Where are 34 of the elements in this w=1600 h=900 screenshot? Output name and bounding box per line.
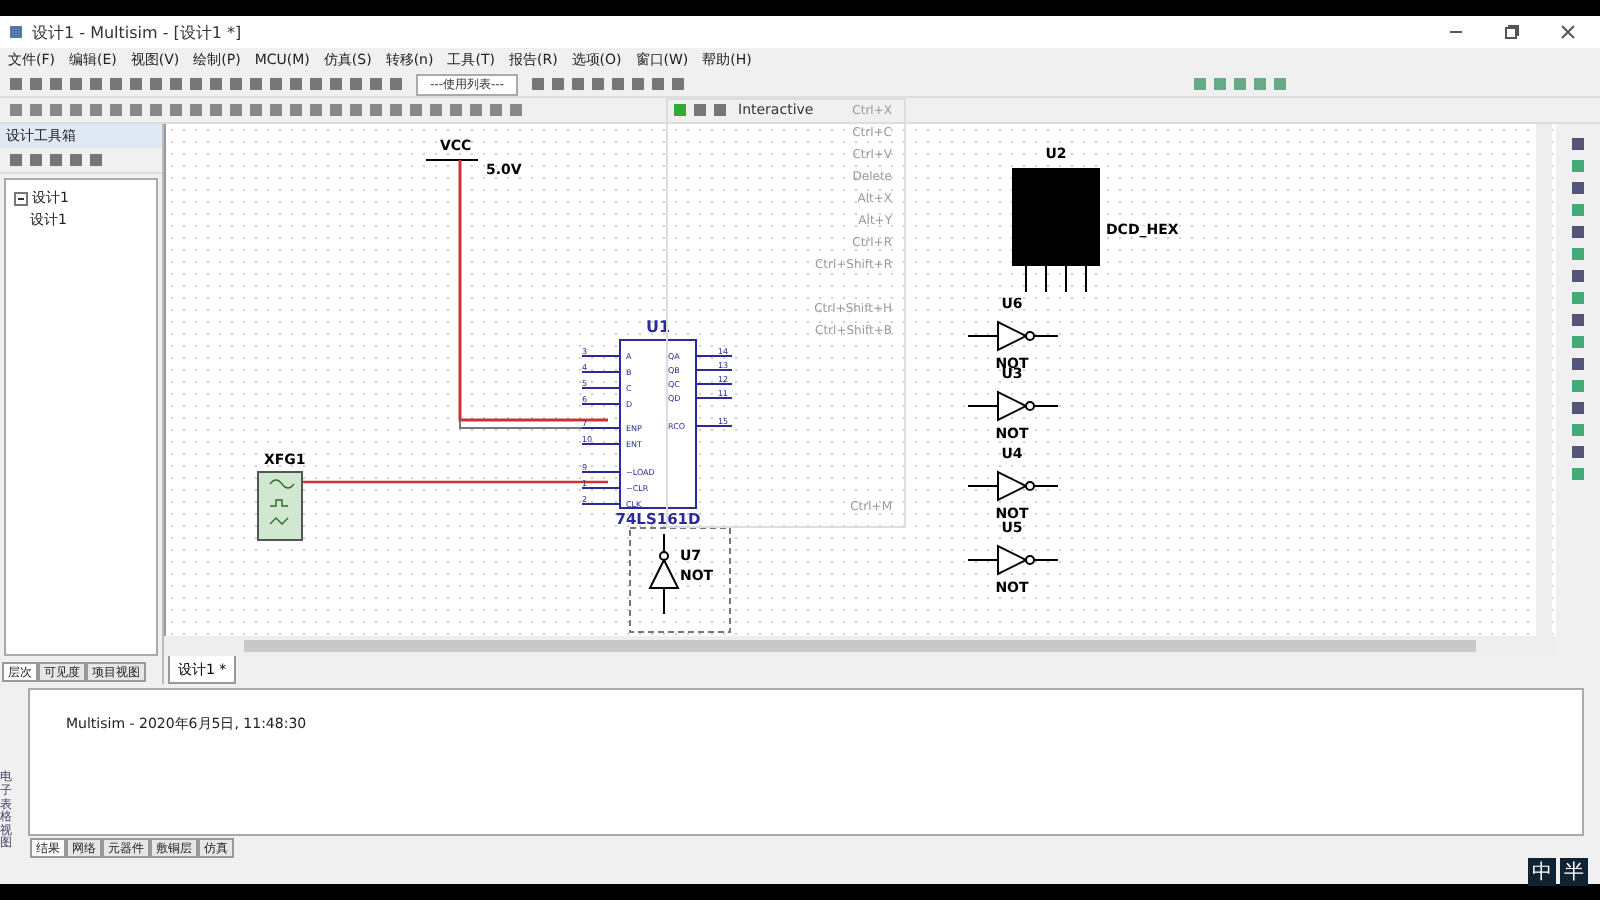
- pin-line: [581, 355, 621, 357]
- pin-line: [581, 443, 621, 445]
- inverter-symbol: [967, 390, 1059, 422]
- selection-frame: [629, 527, 731, 633]
- pin-line: [695, 383, 733, 385]
- inverter-symbol: [648, 533, 680, 615]
- inverter-symbol: [967, 470, 1059, 502]
- ime-language-indicator[interactable]: 中: [1528, 858, 1556, 886]
- stop-icon[interactable]: [712, 102, 728, 118]
- pin-line: [581, 471, 621, 473]
- pin-line: [581, 371, 621, 373]
- collapse-icon[interactable]: [14, 191, 28, 206]
- pin-line: [695, 355, 733, 357]
- pin-line: [695, 425, 733, 427]
- component-reference: U1: [645, 318, 671, 336]
- pin-line: [581, 503, 621, 505]
- pin-line: [695, 369, 733, 371]
- function-generator-symbol: [257, 471, 303, 541]
- pin-line: [695, 397, 733, 399]
- ime-width-indicator[interactable]: 半: [1560, 858, 1588, 886]
- hex-display-symbol: [1012, 168, 1100, 293]
- pause-icon[interactable]: [692, 102, 708, 118]
- vertical-scrollbar[interactable]: [1536, 124, 1552, 636]
- pin-line: [581, 487, 621, 489]
- inverter-symbol: [967, 544, 1059, 576]
- close-icon[interactable]: [1560, 24, 1576, 40]
- app-icon[interactable]: [8, 24, 24, 40]
- inverter-symbol: [967, 320, 1059, 352]
- pin-line: [581, 387, 621, 389]
- window-title: 设计1 - Multisim - [设计1 *]: [32, 21, 244, 43]
- restore-icon[interactable]: [1504, 24, 1520, 40]
- run-icon[interactable]: [672, 102, 688, 118]
- pin-line: [581, 427, 621, 429]
- pin-line: [581, 403, 621, 405]
